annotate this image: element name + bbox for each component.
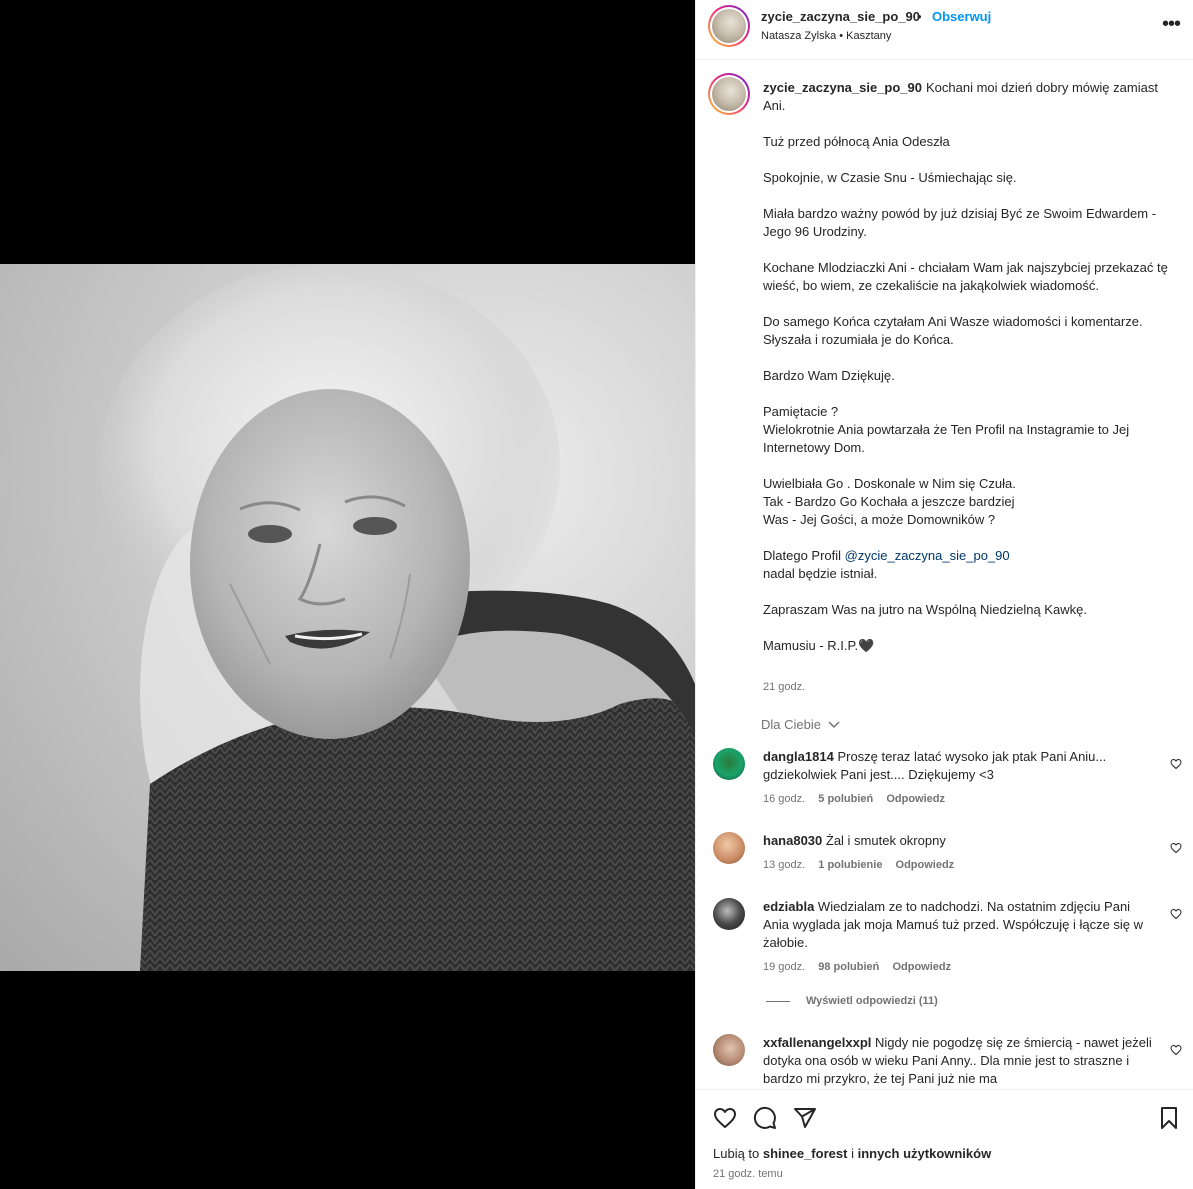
likes-summary: Lubią to shinee_forest i innych użytkown… <box>713 1146 991 1161</box>
post-caption: zycie_zaczyna_sie_po_90 Kochani moi dzień… <box>763 79 1173 655</box>
like-comment-heart-icon[interactable] <box>1170 908 1182 920</box>
caption-body-1: Kochani moi dzień dobry mówię zamiast An… <box>763 80 1168 563</box>
reply-button[interactable]: Odpowiedz <box>892 961 951 973</box>
for-you-label: Dla Ciebie <box>761 717 821 732</box>
commenter-username[interactable]: edziabla <box>763 899 814 914</box>
comment-body: Żal i smutek okropny <box>825 833 946 848</box>
comment-likes[interactable]: 1 polubienie <box>818 859 882 871</box>
post-details-panel: zycie_zaczyna_sie_po_90 • Obserwuj Natas… <box>695 0 1193 1189</box>
commenter-avatar[interactable] <box>713 832 745 864</box>
comment-time[interactable]: 13 godz. <box>763 859 805 871</box>
comment-icon[interactable] <box>753 1106 777 1130</box>
commenter-username[interactable]: dangla1814 <box>763 749 834 764</box>
for-you-filter[interactable]: Dla Ciebie <box>761 717 840 732</box>
comment-meta: 13 godz. 1 polubienie Odpowiedz <box>763 859 964 871</box>
likes-others-link[interactable]: innych użytkowników <box>858 1146 992 1161</box>
comment-text: edziabla Wiedzialam ze to nadchodzi. Na … <box>763 898 1158 952</box>
comment-meta: 16 godz. 5 polubień Odpowiedz <box>763 793 955 805</box>
post-header: zycie_zaczyna_sie_po_90 • Obserwuj Natas… <box>696 0 1193 60</box>
comment-time[interactable]: 19 godz. <box>763 961 805 973</box>
comment-text: hana8030 Żal i smutek okropny <box>763 832 1158 850</box>
like-comment-heart-icon[interactable] <box>1170 842 1182 854</box>
post-action-bar: Lubią to shinee_forest i innych użytkown… <box>696 1089 1193 1189</box>
commenter-avatar[interactable] <box>713 1034 745 1066</box>
likes-user-link[interactable]: shinee_forest <box>763 1146 848 1161</box>
caption-body-2: nadal będzie istniał. Zapraszam Was na j… <box>763 566 1087 653</box>
comment-likes[interactable]: 5 polubień <box>818 793 873 805</box>
post-timestamp[interactable]: 21 godz. temu <box>713 1168 783 1180</box>
reply-button[interactable]: Odpowiedz <box>896 859 955 871</box>
share-icon[interactable] <box>793 1106 817 1130</box>
replies-divider <box>766 1000 790 1002</box>
author-username[interactable]: zycie_zaczyna_sie_po_90 <box>761 9 920 24</box>
comments-scroll-area[interactable]: zycie_zaczyna_sie_po_90 Kochani moi dzień… <box>696 61 1193 1089</box>
caption-avatar[interactable] <box>708 73 750 115</box>
comment-time[interactable]: 16 godz. <box>763 793 805 805</box>
view-replies-label: Wyświetl odpowiedzi (11) <box>806 995 938 1007</box>
follow-button[interactable]: Obserwuj <box>932 9 991 24</box>
portrait-illustration <box>100 264 695 971</box>
commenter-avatar[interactable] <box>713 748 745 780</box>
caption-username[interactable]: zycie_zaczyna_sie_po_90 <box>763 80 922 95</box>
post-location[interactable]: Natasza Zylska • Kasztany <box>761 30 891 42</box>
like-comment-heart-icon[interactable] <box>1170 758 1182 770</box>
comment-likes[interactable]: 98 polubień <box>818 961 879 973</box>
view-replies-button[interactable]: Wyświetl odpowiedzi (11) <box>766 995 938 1007</box>
comment-body: Wiedzialam ze to nadchodzi. Na ostatnim … <box>763 899 1144 950</box>
commenter-username[interactable]: xxfallenangelxxpl <box>763 1035 871 1050</box>
reply-button[interactable]: Odpowiedz <box>886 793 945 805</box>
likes-prefix: Lubią to <box>713 1146 760 1161</box>
comment-text: xxfallenangelxxpl Nigdy nie pogodzę się … <box>763 1034 1158 1088</box>
like-comment-heart-icon[interactable] <box>1170 1044 1182 1056</box>
caption-mention-link[interactable]: @zycie_zaczyna_sie_po_90 <box>845 548 1010 563</box>
more-horizontal-icon[interactable]: ••• <box>1162 14 1181 34</box>
commenter-username[interactable]: hana8030 <box>763 833 822 848</box>
post-photo[interactable] <box>0 264 695 971</box>
post-media-pane <box>0 0 695 1189</box>
caption-time[interactable]: 21 godz. <box>763 681 805 693</box>
chevron-down-icon <box>828 721 840 729</box>
author-avatar[interactable] <box>708 5 750 47</box>
bookmark-icon[interactable] <box>1157 1106 1181 1130</box>
commenter-avatar[interactable] <box>713 898 745 930</box>
heart-icon[interactable] <box>713 1106 737 1130</box>
header-separator: • <box>917 9 922 24</box>
comment-meta: 19 godz. 98 polubień Odpowiedz <box>763 961 961 973</box>
likes-mid: i <box>851 1146 854 1161</box>
comment-text: dangla1814 Proszę teraz latać wysoko jak… <box>763 748 1158 784</box>
